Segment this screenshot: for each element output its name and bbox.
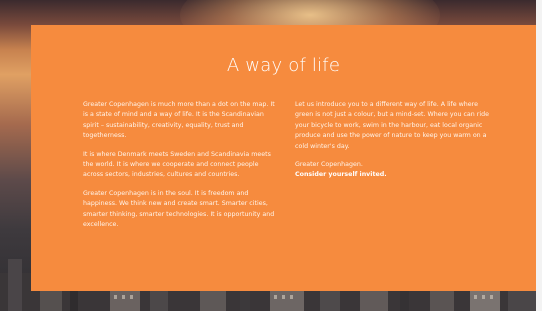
invitation-text: Consider yourself invited. bbox=[295, 171, 387, 179]
page-edge bbox=[536, 0, 542, 311]
right-text-column: Let us introduce you to a different way … bbox=[295, 100, 491, 189]
paragraph: Greater Copenhagen is much more than a d… bbox=[83, 101, 275, 140]
section-title: A way of life bbox=[226, 55, 341, 76]
page: A way of life Greater Copenhagen is much… bbox=[0, 0, 542, 311]
paragraph: Greater Copenhagen is in the soul. It is… bbox=[83, 189, 275, 229]
way-of-life-panel: A way of life Greater Copenhagen is much… bbox=[31, 25, 536, 291]
left-text-column: Greater Copenhagen is much more than a d… bbox=[83, 100, 279, 238]
paragraph-tagline: Greater Copenhagen. bbox=[295, 161, 363, 169]
paragraph: It is where Denmark meets Sweden and Sca… bbox=[83, 150, 271, 179]
paragraph: Let us introduce you to a different way … bbox=[295, 101, 489, 150]
